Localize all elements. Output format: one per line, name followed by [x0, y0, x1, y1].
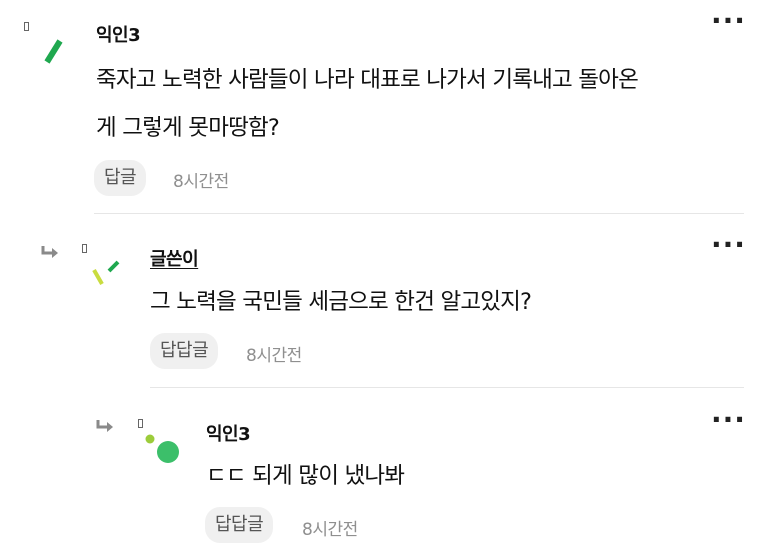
comment-text: ㄷㄷ 되게 많이 냈나봐	[206, 463, 405, 489]
avatar-3	[145, 434, 179, 463]
reply-arrow-icon	[41, 246, 58, 258]
comment-time: 8시간전	[246, 346, 302, 366]
comment-author[interactable]: 글쓴이	[150, 245, 199, 271]
reply-arrow-icon	[96, 420, 113, 432]
checkbox-icon	[82, 244, 87, 253]
reply-button[interactable]: 답글	[94, 160, 147, 196]
divider	[150, 387, 744, 388]
more-options-icon[interactable]: ···	[711, 231, 746, 259]
comment-time: 8시간전	[173, 172, 229, 192]
more-options-icon[interactable]: ···	[711, 406, 746, 434]
checkbox-icon	[24, 22, 29, 31]
comment-text-line-1: 죽자고 노력한 사람들이 나라 대표로 나가서 기록내고 돌아온	[96, 67, 639, 93]
comment-author[interactable]: 익인3	[206, 420, 251, 446]
reply-button[interactable]: 답답글	[150, 333, 219, 369]
divider	[94, 213, 744, 214]
comment-time: 8시간전	[302, 520, 358, 540]
comment-author[interactable]: 익인3	[96, 21, 141, 47]
reply-button[interactable]: 답답글	[205, 507, 274, 543]
comment-text-line-2: 게 그렇게 못마땅함?	[96, 115, 280, 141]
avatar-2	[92, 260, 120, 285]
comment-text: 그 노력을 국민들 세금으로 한건 알고있지?	[150, 289, 532, 315]
avatar-1	[44, 39, 63, 64]
checkbox-icon	[138, 419, 143, 428]
more-options-icon[interactable]: ···	[711, 7, 746, 35]
